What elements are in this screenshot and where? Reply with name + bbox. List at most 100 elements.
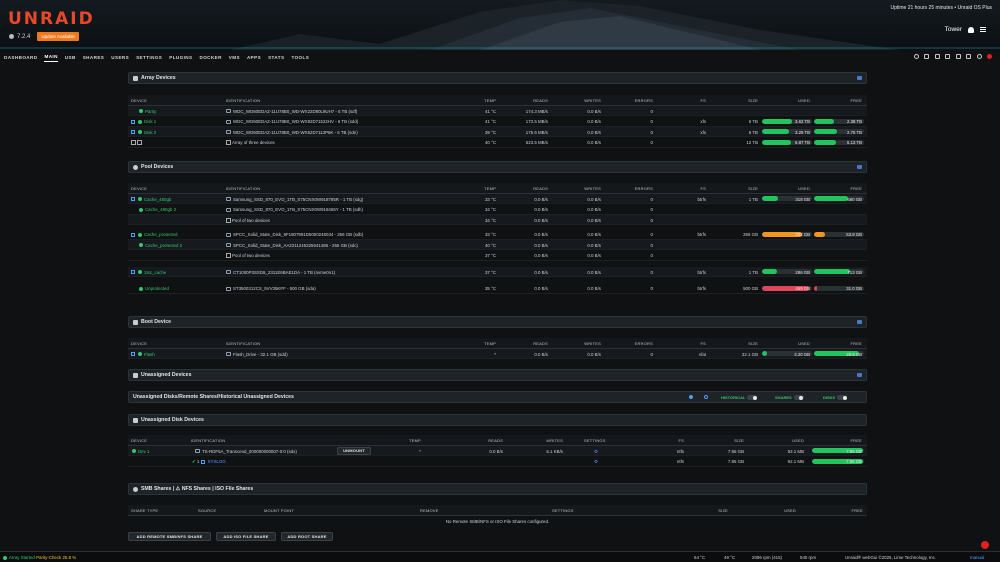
tab-users[interactable]: USERS bbox=[111, 55, 129, 62]
shares-toggle[interactable]: SHARES bbox=[775, 395, 804, 401]
device-link[interactable]: Dev 1 bbox=[138, 449, 149, 454]
settings-icon[interactable]: ⚙ bbox=[594, 449, 598, 455]
open-icon[interactable] bbox=[131, 119, 135, 124]
tab-stats[interactable]: STATS bbox=[268, 55, 284, 62]
collapse-icon[interactable] bbox=[857, 373, 862, 377]
settings-icon[interactable]: ⚙ bbox=[594, 459, 598, 465]
device-link[interactable]: Cache_480gb bbox=[144, 197, 171, 202]
device-id[interactable]: CT1000P3SSD8_2311E6BAE1DA - 1 TB (nvme0n… bbox=[233, 270, 335, 275]
table-row[interactable]: Pool of two devices 37 °C 0.0 B/s 0.0 B/s 0 bbox=[128, 250, 867, 261]
device-link[interactable]: Cache_480gb 2 bbox=[145, 207, 176, 212]
table-row[interactable]: Cache_protected 2 SPCC_Solid_State_Disk_A… bbox=[128, 239, 867, 250]
device-link[interactable]: Flash bbox=[144, 352, 155, 357]
table-row[interactable]: Disk 1 WDC_WD60EDAZ-11U78B0_WD-WX82D7152… bbox=[128, 116, 867, 127]
version-info: 7.2.4 Update Available bbox=[9, 32, 80, 41]
device-link[interactable]: Cache_protected bbox=[144, 232, 177, 237]
table-row[interactable]: Pool of two devices 34 °C 0.0 B/s 0.0 B/s 0 bbox=[128, 214, 867, 225]
manual-link[interactable]: manual bbox=[970, 555, 984, 560]
device-link[interactable]: Cache_protected 2 bbox=[145, 243, 182, 248]
device-id[interactable]: ST3500312CS_5VV35KFF - 500 GB (sda) bbox=[233, 286, 316, 291]
collapse-icon[interactable] bbox=[857, 165, 862, 169]
device-id[interactable]: WDC_WD60EDAZ-11U78B0_WD-WX62D7113P6K - 6… bbox=[233, 130, 358, 135]
tab-main[interactable]: MAIN bbox=[44, 54, 58, 62]
parity-status[interactable]: Parity-Check 25.8 % bbox=[36, 555, 76, 560]
spin-up-icon[interactable] bbox=[131, 140, 136, 146]
table-row[interactable]: ✔ 1 SYSLOG ⚙ ntfs 7.95 GB 92.1 MB 7.86 G… bbox=[128, 456, 867, 467]
array-summary: Array of three devices bbox=[232, 140, 275, 145]
device-link[interactable]: Disk 2 bbox=[144, 130, 156, 135]
tab-settings[interactable]: SETTINGS bbox=[136, 55, 162, 62]
device-id[interactable]: WDC_WD60EDAZ-11U78B0_WD-WX22D80L9UH7 - 6… bbox=[233, 109, 357, 114]
device-id[interactable]: Samsung_SSD_870_EVO_1TB_S75CNX0W918465Y … bbox=[233, 207, 363, 212]
device-id[interactable]: TS-RDF5A_Transcend_000000000007-0:0 (sdx… bbox=[202, 449, 297, 454]
unraid-logo[interactable]: UNRAID bbox=[8, 9, 95, 29]
array-icon bbox=[133, 75, 138, 81]
collapse-icon[interactable] bbox=[857, 76, 862, 80]
search-icon[interactable] bbox=[913, 54, 919, 59]
add-remote-share-button[interactable]: ADD REMOTE SMB/NFS SHARE bbox=[128, 532, 211, 541]
power-icon[interactable] bbox=[987, 54, 992, 59]
table-row[interactable]: Disk 2 WDC_WD60EDAZ-11U78B0_WD-WX62D7113… bbox=[128, 126, 867, 137]
open-icon[interactable] bbox=[131, 270, 135, 275]
collapse-icon[interactable] bbox=[857, 320, 862, 324]
device-id[interactable]: WDC_WD60EDAZ-11U78B0_WD-WX82D71522HV - 6… bbox=[233, 119, 358, 124]
table-row[interactable]: Cache_480gb 2 Samsung_SSD_870_EVO_1TB_S75… bbox=[128, 204, 867, 215]
tab-docker[interactable]: DOCKER bbox=[199, 55, 221, 62]
tab-vms[interactable]: VMS bbox=[229, 55, 240, 62]
open-icon[interactable] bbox=[131, 352, 135, 357]
update-available-badge[interactable]: Update Available bbox=[37, 32, 80, 41]
array-devices-bar[interactable]: Array Devices bbox=[128, 72, 867, 84]
terminal-icon[interactable] bbox=[934, 54, 940, 59]
device-id[interactable]: Flash_Drive - 32.1 GB (sdd) bbox=[233, 352, 288, 357]
tab-dashboard[interactable]: DASHBOARD bbox=[4, 55, 37, 62]
tab-plugins[interactable]: PLUGINS bbox=[169, 55, 192, 62]
disks-toggle[interactable]: DISKS bbox=[823, 395, 848, 401]
device-link[interactable]: 1tsc_cache bbox=[144, 270, 166, 275]
boot-device-bar[interactable]: Boot Device bbox=[128, 316, 867, 328]
table-row[interactable]: Unprotected ST3500312CS_5VV35KFF - 500 GB… bbox=[128, 283, 867, 294]
spin-down-icon[interactable] bbox=[137, 140, 142, 146]
scroll-top-icon[interactable] bbox=[981, 541, 989, 549]
server-menu[interactable]: Tower bbox=[945, 26, 986, 33]
status-dot bbox=[138, 130, 142, 135]
bell-icon[interactable] bbox=[968, 26, 974, 33]
open-icon[interactable] bbox=[131, 130, 135, 135]
device-link[interactable]: Disk 1 bbox=[144, 119, 156, 124]
device-id[interactable]: SPCC_Solid_State_Disk_AA2211245325641486… bbox=[233, 243, 358, 248]
table-row[interactable]: Parity WDC_WD60EDAZ-11U78B0_WD-WX22D80L9… bbox=[128, 105, 867, 116]
ssd-icon bbox=[226, 243, 231, 248]
syslog-link[interactable]: SYSLOG bbox=[208, 459, 226, 464]
device-link[interactable]: Parity bbox=[145, 109, 156, 114]
table-row[interactable]: 1tsc_cache CT1000P3SSD8_2311E6BAE1DA - 1 … bbox=[128, 266, 867, 277]
tab-apps[interactable]: APPS bbox=[247, 55, 261, 62]
info-icon[interactable] bbox=[966, 54, 971, 59]
open-icon[interactable] bbox=[200, 459, 205, 464]
tab-tools[interactable]: TOOLS bbox=[291, 55, 309, 62]
unassigned-devices-bar[interactable]: Unassigned Devices bbox=[128, 369, 867, 381]
status-dot bbox=[139, 207, 143, 212]
historical-toggle[interactable]: HISTORICAL bbox=[721, 395, 758, 401]
tab-usb[interactable]: USB bbox=[65, 55, 76, 62]
unmount-button[interactable]: UNMOUNT bbox=[337, 446, 371, 455]
settings-gear-icon[interactable] bbox=[689, 395, 693, 399]
device-link[interactable]: Unprotected bbox=[145, 286, 169, 291]
table-row[interactable]: Dev 1 TS-RDF5A_Transcend_000000000007-0:… bbox=[128, 445, 867, 456]
open-icon[interactable] bbox=[131, 197, 135, 202]
menu-icon[interactable] bbox=[980, 27, 986, 32]
add-iso-share-button[interactable]: ADD ISO FILE SHARE bbox=[216, 532, 276, 541]
add-root-share-button[interactable]: ADD ROOT SHARE bbox=[281, 532, 333, 541]
log-icon[interactable] bbox=[945, 54, 950, 59]
open-icon[interactable] bbox=[131, 232, 135, 237]
monitor-icon[interactable] bbox=[955, 54, 961, 59]
table-row[interactable]: Cache_480gb Samsung_SSD_870_EVO_1TB_S75CN… bbox=[128, 193, 867, 204]
feedback-icon[interactable] bbox=[924, 54, 929, 59]
device-id[interactable]: Samsung_SSD_870_EVO_1TB_S75CNX0W918785R … bbox=[233, 197, 363, 202]
refresh-icon[interactable] bbox=[704, 395, 708, 399]
help-icon[interactable] bbox=[976, 54, 982, 59]
pool-devices-bar[interactable]: Pool Devices bbox=[128, 161, 867, 173]
table-row[interactable]: Flash Flash_Drive - 32.1 GB (sdd) * 0.0 … bbox=[128, 348, 867, 359]
table-row[interactable]: Cache_protected SPCC_Solid_State_Disk_9F1… bbox=[128, 229, 867, 240]
tab-shares[interactable]: SHARES bbox=[83, 55, 105, 62]
smb-shares-bar: SMB Shares | ⚠ NFS Shares | ISO File Sha… bbox=[128, 483, 867, 495]
device-id[interactable]: SPCC_Solid_State_Disk_9F1807991D50002480… bbox=[233, 232, 363, 237]
